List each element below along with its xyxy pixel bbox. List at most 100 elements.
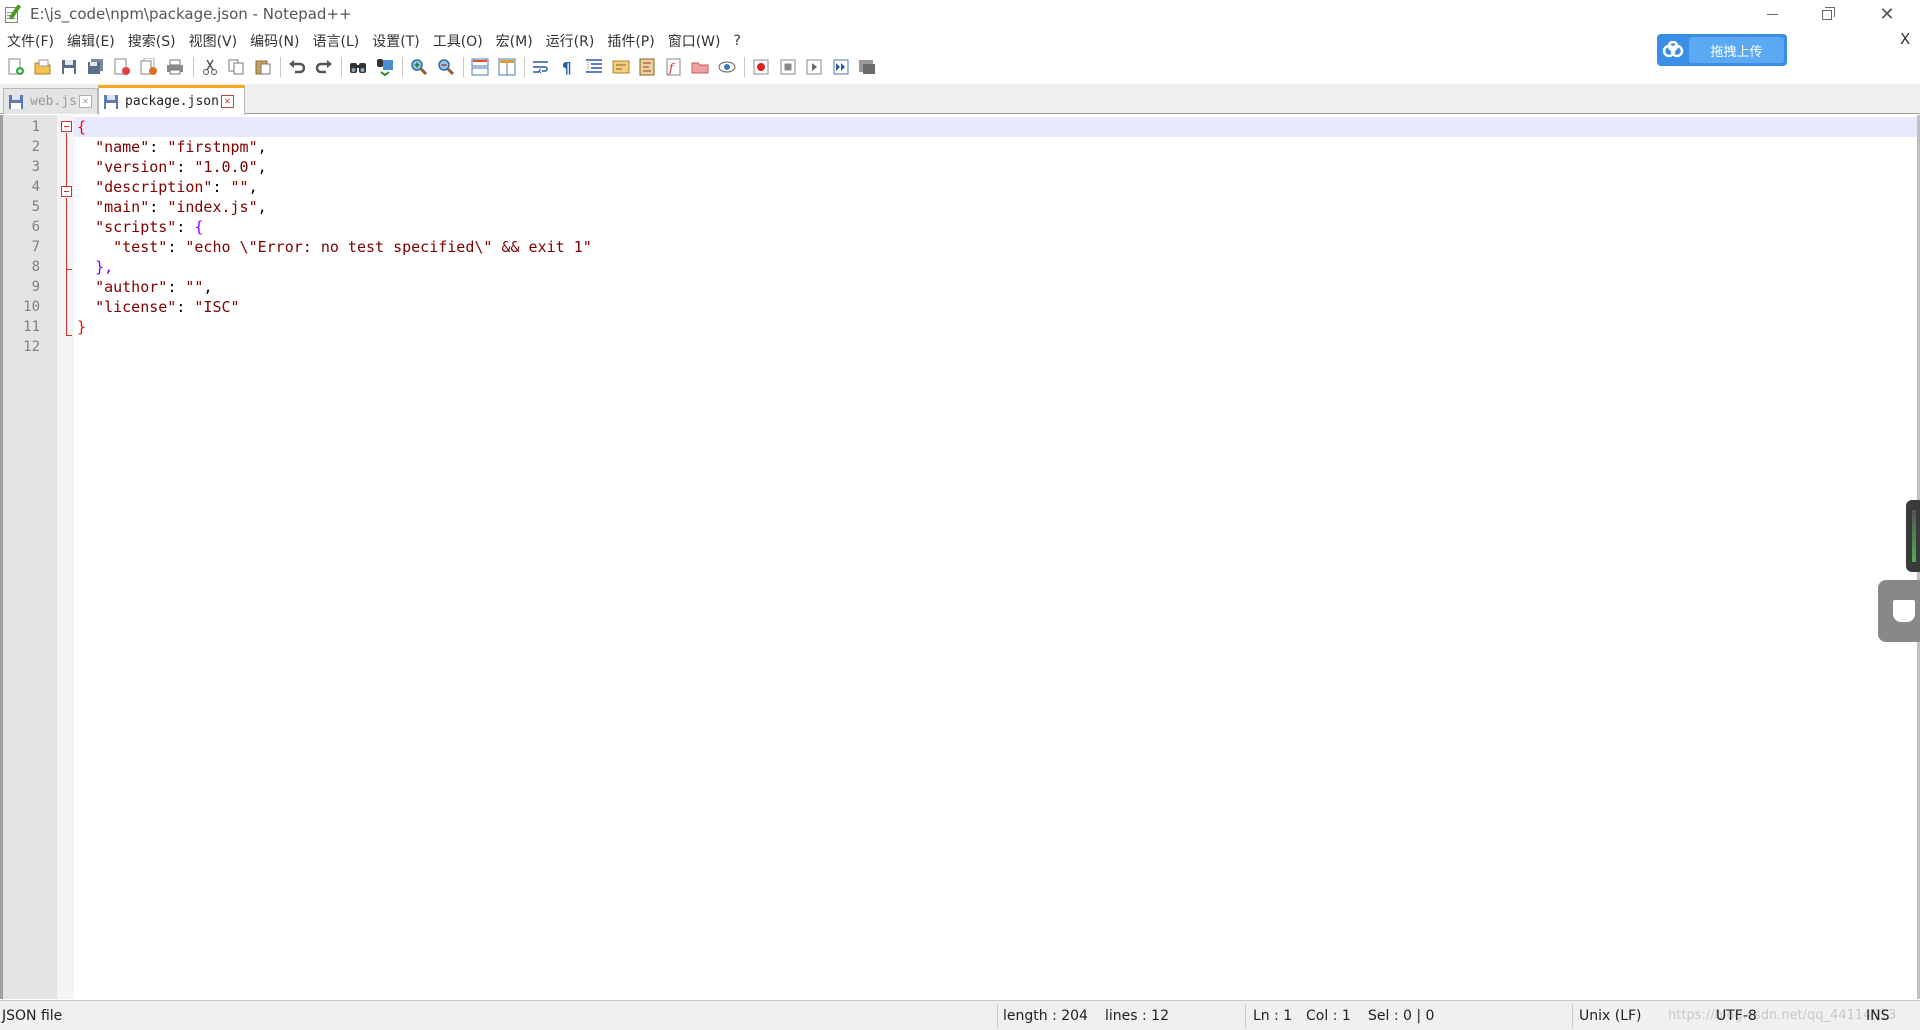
status-insert-mode[interactable]: INS: [1866, 1001, 1890, 1030]
status-file-type: JSON file: [2, 1008, 63, 1024]
code-line: "version": "1.0.0",: [95, 158, 267, 176]
code-line: "description": "",: [95, 178, 258, 196]
close-icon[interactable]: [111, 56, 133, 78]
code-line: "license": "ISC": [95, 298, 240, 316]
minimize-icon: [1766, 13, 1778, 15]
window-title: E:\js_code\npm\package.json - Notepad++: [30, 5, 352, 23]
status-eol[interactable]: Unix (LF): [1579, 1001, 1642, 1030]
fold-margin[interactable]: [57, 115, 74, 999]
cut-icon[interactable]: [199, 56, 221, 78]
notepadpp-app-icon[interactable]: [4, 4, 22, 24]
floating-side-widget[interactable]: [1878, 580, 1920, 642]
line-number: 6: [31, 219, 40, 235]
menu-plugins[interactable]: 插件(P): [607, 31, 654, 51]
minimize-button[interactable]: [1743, 0, 1801, 28]
user-language-icon[interactable]: [610, 56, 632, 78]
close-all-icon[interactable]: [138, 56, 160, 78]
menu-encoding[interactable]: 编码(N): [250, 31, 299, 51]
tab-close-icon[interactable]: ✕: [220, 95, 234, 108]
menu-edit[interactable]: 编辑(E): [67, 31, 115, 51]
menu-tools[interactable]: 工具(O): [433, 31, 483, 51]
menu-bar: 文件(F) 编辑(E) 搜索(S) 视图(V) 编码(N) 语言(L) 设置(T…: [0, 30, 1920, 52]
line-number-gutter: 1 2 3 4 5 6 7 8 9 10 11 12: [3, 115, 57, 999]
close-icon: ✕: [1879, 3, 1895, 25]
open-file-icon[interactable]: [32, 56, 54, 78]
play-macro-icon[interactable]: [803, 56, 825, 78]
code-line: "scripts": {: [95, 218, 204, 236]
show-all-chars-icon[interactable]: ¶: [557, 56, 579, 78]
status-length: length : 204: [1003, 1008, 1088, 1024]
line-number: 10: [23, 299, 40, 315]
status-lines: lines : 12: [1105, 1008, 1169, 1024]
restore-button[interactable]: [1800, 0, 1858, 28]
line-number: 2: [31, 139, 40, 155]
meter-icon: [1912, 510, 1916, 562]
new-file-icon[interactable]: [5, 56, 27, 78]
line-number: 1: [31, 119, 40, 135]
fold-toggle-line-1[interactable]: [61, 121, 72, 132]
code-line: "author": "",: [95, 278, 213, 296]
toolbar: ¶ f: [0, 53, 1920, 81]
menu-run[interactable]: 运行(R): [546, 31, 595, 51]
fold-toggle-line-6[interactable]: [61, 186, 72, 197]
tab-package-json[interactable]: package.json ✕: [98, 85, 245, 115]
folder-workspace-icon[interactable]: [689, 56, 711, 78]
menu-macro[interactable]: 宏(M): [496, 31, 533, 51]
stop-macro-icon[interactable]: [777, 56, 799, 78]
tab-bar: web.js ✕ package.json ✕: [0, 84, 1920, 115]
status-col: Col : 1: [1306, 1008, 1351, 1024]
sync-vertical-icon[interactable]: [469, 56, 491, 78]
zoom-in-icon[interactable]: [408, 56, 430, 78]
title-bar: E:\js_code\npm\package.json - Notepad++ …: [0, 0, 1920, 28]
sync-horizontal-icon[interactable]: [496, 56, 518, 78]
line-number: 11: [23, 319, 40, 335]
doc-map-icon[interactable]: [636, 56, 658, 78]
find-icon[interactable]: [347, 56, 369, 78]
redo-icon[interactable]: [313, 56, 335, 78]
menu-search[interactable]: 搜索(S): [128, 31, 176, 51]
save-icon[interactable]: [58, 56, 80, 78]
paste-icon[interactable]: [252, 56, 274, 78]
save-all-icon[interactable]: [85, 56, 107, 78]
menu-view[interactable]: 视图(V): [189, 31, 238, 51]
print-icon[interactable]: [164, 56, 186, 78]
monitor-icon[interactable]: [716, 56, 738, 78]
current-line-highlight: [74, 117, 1917, 137]
line-number: 9: [31, 279, 40, 295]
cup-icon: [1893, 600, 1915, 622]
code-line: "test": "echo \"Error: no test specified…: [113, 238, 592, 256]
menu-settings[interactable]: 设置(T): [372, 31, 419, 51]
status-sel: Sel : 0 | 0: [1368, 1008, 1435, 1024]
menu-file[interactable]: 文件(F): [7, 31, 54, 51]
floating-meter-widget[interactable]: [1906, 500, 1920, 572]
tab-label: package.json: [125, 94, 219, 109]
menu-language[interactable]: 语言(L): [313, 31, 360, 51]
saved-file-icon: [9, 94, 23, 109]
status-encoding[interactable]: UTF-8: [1716, 1001, 1757, 1030]
indent-guide-icon[interactable]: [583, 56, 605, 78]
record-macro-icon[interactable]: [750, 56, 772, 78]
tab-label: web.js: [30, 94, 77, 109]
run-macro-multiple-icon[interactable]: [830, 56, 852, 78]
line-number: 12: [23, 339, 40, 355]
code-line: {: [77, 118, 87, 136]
close-window-button[interactable]: ✕: [1858, 0, 1916, 28]
save-macro-icon[interactable]: [856, 56, 878, 78]
editor[interactable]: 1 2 3 4 5 6 7 8 9 10 11 12 { "name": "firstnpm", "v…: [0, 115, 1920, 999]
close-document-button[interactable]: X: [1900, 30, 1910, 48]
replace-icon[interactable]: [374, 56, 396, 78]
copy-icon[interactable]: [225, 56, 247, 78]
code-line: }: [77, 318, 87, 336]
code-line: },: [95, 258, 114, 276]
word-wrap-icon[interactable]: [530, 56, 552, 78]
tab-web-js[interactable]: web.js ✕: [3, 88, 98, 114]
undo-icon[interactable]: [286, 56, 308, 78]
status-ln: Ln : 1: [1253, 1008, 1293, 1024]
line-number: 5: [31, 199, 40, 215]
menu-window[interactable]: 窗口(W): [668, 31, 721, 51]
code-area[interactable]: { "name": "firstnpm", "version": "1.0.0"…: [74, 115, 1917, 999]
function-list-icon[interactable]: f: [663, 56, 685, 78]
tab-close-icon[interactable]: ✕: [78, 95, 92, 108]
zoom-out-icon[interactable]: [435, 56, 457, 78]
menu-help[interactable]: ?: [734, 33, 741, 49]
